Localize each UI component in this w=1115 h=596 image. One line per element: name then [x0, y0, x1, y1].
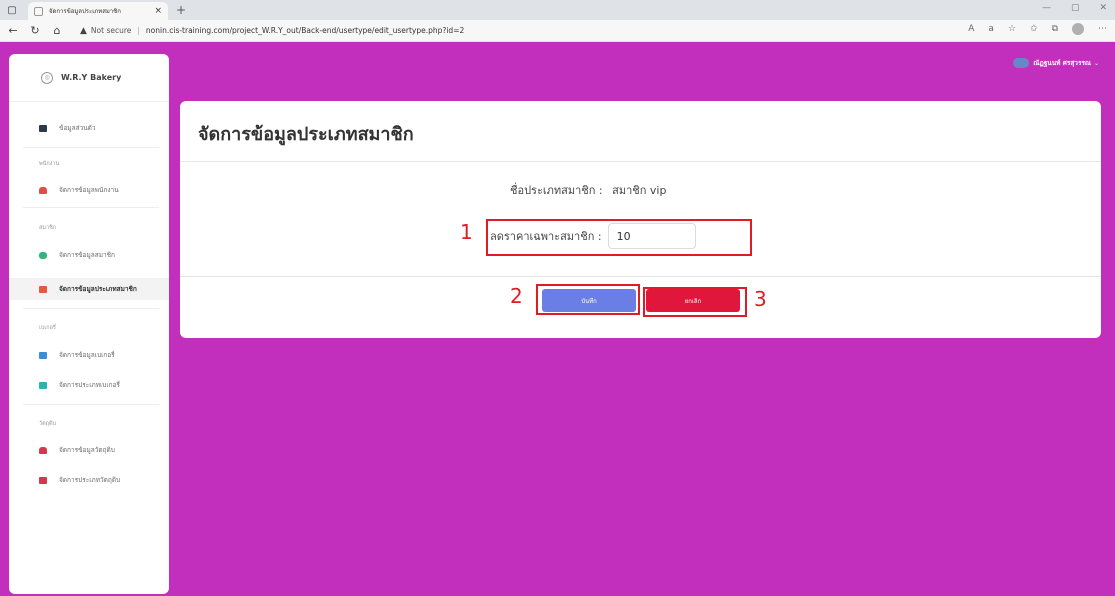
- tab-favicon-icon: [34, 6, 43, 16]
- user-name: ณัฏฐนนท์ ศรสุวรรณ: [1033, 59, 1091, 67]
- user-icon: [39, 186, 47, 194]
- favorite-icon[interactable]: ☆: [1008, 24, 1016, 34]
- sidebar-item-ingredient-types[interactable]: จัดการประเภทวัตถุดิบ: [9, 469, 169, 491]
- sidebar-divider: [23, 308, 159, 309]
- address-bar: ← ↻ ⌂ ▲ Not secure | nonin.cis-training.…: [0, 20, 1115, 42]
- warning-icon: ▲: [80, 25, 87, 36]
- bakery-icon: [39, 351, 47, 359]
- more-icon[interactable]: ⋯: [1098, 24, 1107, 34]
- sidebar-item-employees[interactable]: จัดการข้อมูลพนักงาน: [9, 179, 169, 201]
- annotation-box-3: [643, 287, 747, 317]
- title-divider: [180, 161, 1101, 162]
- sidebar-item-bakery-types[interactable]: จัดการประเภทเบเกอรี่: [9, 374, 169, 396]
- section-member: สมาชิก: [39, 225, 57, 231]
- member-type-label: ชื่อประเภทสมาชิก :: [510, 184, 603, 197]
- user-menu[interactable]: ณัฏฐนนท์ ศรสุวรรณ ⌄: [1013, 58, 1099, 68]
- bakery-logo-icon: ◎: [41, 71, 53, 84]
- tab-close-icon[interactable]: ×: [154, 6, 162, 16]
- section-bakery: เบเกอรี่: [39, 325, 56, 331]
- form-divider: [180, 276, 1101, 277]
- window-controls: — ▢ ✕: [1042, 3, 1107, 13]
- not-secure-label: Not secure: [90, 26, 132, 35]
- restore-icon[interactable]: ▢: [1071, 3, 1080, 13]
- tab-actions-icon[interactable]: ▢: [4, 0, 20, 20]
- sidebar-divider: [23, 404, 159, 405]
- users-icon: [39, 251, 47, 259]
- tab-title: จัดการข้อมูลประเภทสมาชิก: [49, 8, 121, 15]
- browser-tab-bar: ▢ จัดการข้อมูลประเภทสมาชิก × + — ▢ ✕: [0, 0, 1115, 20]
- sidebar-item-profile[interactable]: ข้อมูลส่วนตัว: [9, 117, 169, 139]
- url-field[interactable]: ▲ Not secure | nonin.cis-training.com/pr…: [80, 26, 464, 36]
- read-aloud-icon[interactable]: A: [968, 24, 974, 34]
- translate-icon[interactable]: a: [988, 24, 994, 34]
- annotation-box-2: [536, 284, 640, 315]
- sidebar-item-ingredients[interactable]: จัดการข้อมูลวัตถุดิบ: [9, 439, 169, 461]
- browser-toolbar: A a ☆ ✩ ⧉ ⋯: [968, 23, 1107, 35]
- sidebar-divider: [23, 147, 159, 148]
- sidebar: ◎ W.R.Y Bakery ข้อมูลส่วนตัว พนักงาน จัด…: [9, 54, 169, 594]
- avatar: [1013, 58, 1030, 68]
- close-window-icon[interactable]: ✕: [1099, 3, 1107, 13]
- profile-icon[interactable]: [1072, 23, 1084, 35]
- favorites-icon[interactable]: ✩: [1030, 24, 1038, 34]
- sidebar-item-label: จัดการประเภทวัตถุดิบ: [59, 476, 121, 484]
- sidebar-item-label: จัดการข้อมูลเบเกอรี่: [59, 351, 115, 359]
- url-text: nonin.cis-training.com/project_W.R.Y_out…: [145, 26, 465, 35]
- annotation-number-2: 2: [510, 284, 523, 308]
- sidebar-item-bakery[interactable]: จัดการข้อมูลเบเกอรี่: [9, 344, 169, 366]
- brand-name: W.R.Y Bakery: [61, 73, 122, 82]
- member-type-value: สมาชิก vip: [612, 184, 667, 197]
- sidebar-divider: [23, 207, 159, 208]
- sidebar-item-label: จัดการประเภทเบเกอรี่: [59, 381, 120, 389]
- basket-icon: [39, 446, 47, 454]
- refresh-icon[interactable]: ↻: [26, 22, 44, 40]
- annotation-number-3: 3: [754, 287, 767, 311]
- sidebar-item-label: จัดการข้อมูลสมาชิก: [59, 251, 115, 259]
- sidebar-item-label: จัดการข้อมูลประเภทสมาชิก: [59, 285, 137, 293]
- back-icon[interactable]: ←: [4, 22, 22, 40]
- book-icon: [39, 381, 47, 389]
- browser-tab[interactable]: จัดการข้อมูลประเภทสมาชิก ×: [28, 2, 168, 20]
- sidebar-item-member-types[interactable]: จัดการข้อมูลประเภทสมาชิก: [9, 278, 169, 300]
- url-separator: |: [137, 26, 140, 35]
- section-employee: พนักงาน: [39, 161, 60, 167]
- annotation-number-1: 1: [460, 220, 473, 244]
- sidebar-item-label: ข้อมูลส่วนตัว: [59, 124, 96, 132]
- list-icon: [39, 476, 47, 484]
- brand[interactable]: ◎ W.R.Y Bakery: [9, 54, 169, 102]
- sidebar-item-label: จัดการข้อมูลวัตถุดิบ: [59, 446, 115, 454]
- sidebar-item-label: จัดการข้อมูลพนักงาน: [59, 186, 119, 194]
- new-tab-button[interactable]: +: [176, 3, 186, 17]
- minimize-icon[interactable]: —: [1042, 3, 1051, 13]
- chevron-down-icon: ⌄: [1093, 59, 1099, 67]
- home-icon[interactable]: ⌂: [48, 22, 66, 40]
- id-card-icon: [39, 124, 47, 132]
- list-icon: [39, 285, 47, 293]
- collections-icon[interactable]: ⧉: [1052, 24, 1058, 34]
- annotation-box-1: [486, 219, 752, 256]
- sidebar-item-members[interactable]: จัดการข้อมูลสมาชิก: [9, 244, 169, 266]
- section-ingredient: วัตถุดิบ: [39, 421, 57, 427]
- member-type-row: ชื่อประเภทสมาชิก : สมาชิก vip: [510, 181, 666, 199]
- page-title: จัดการข้อมูลประเภทสมาชิก: [198, 124, 414, 145]
